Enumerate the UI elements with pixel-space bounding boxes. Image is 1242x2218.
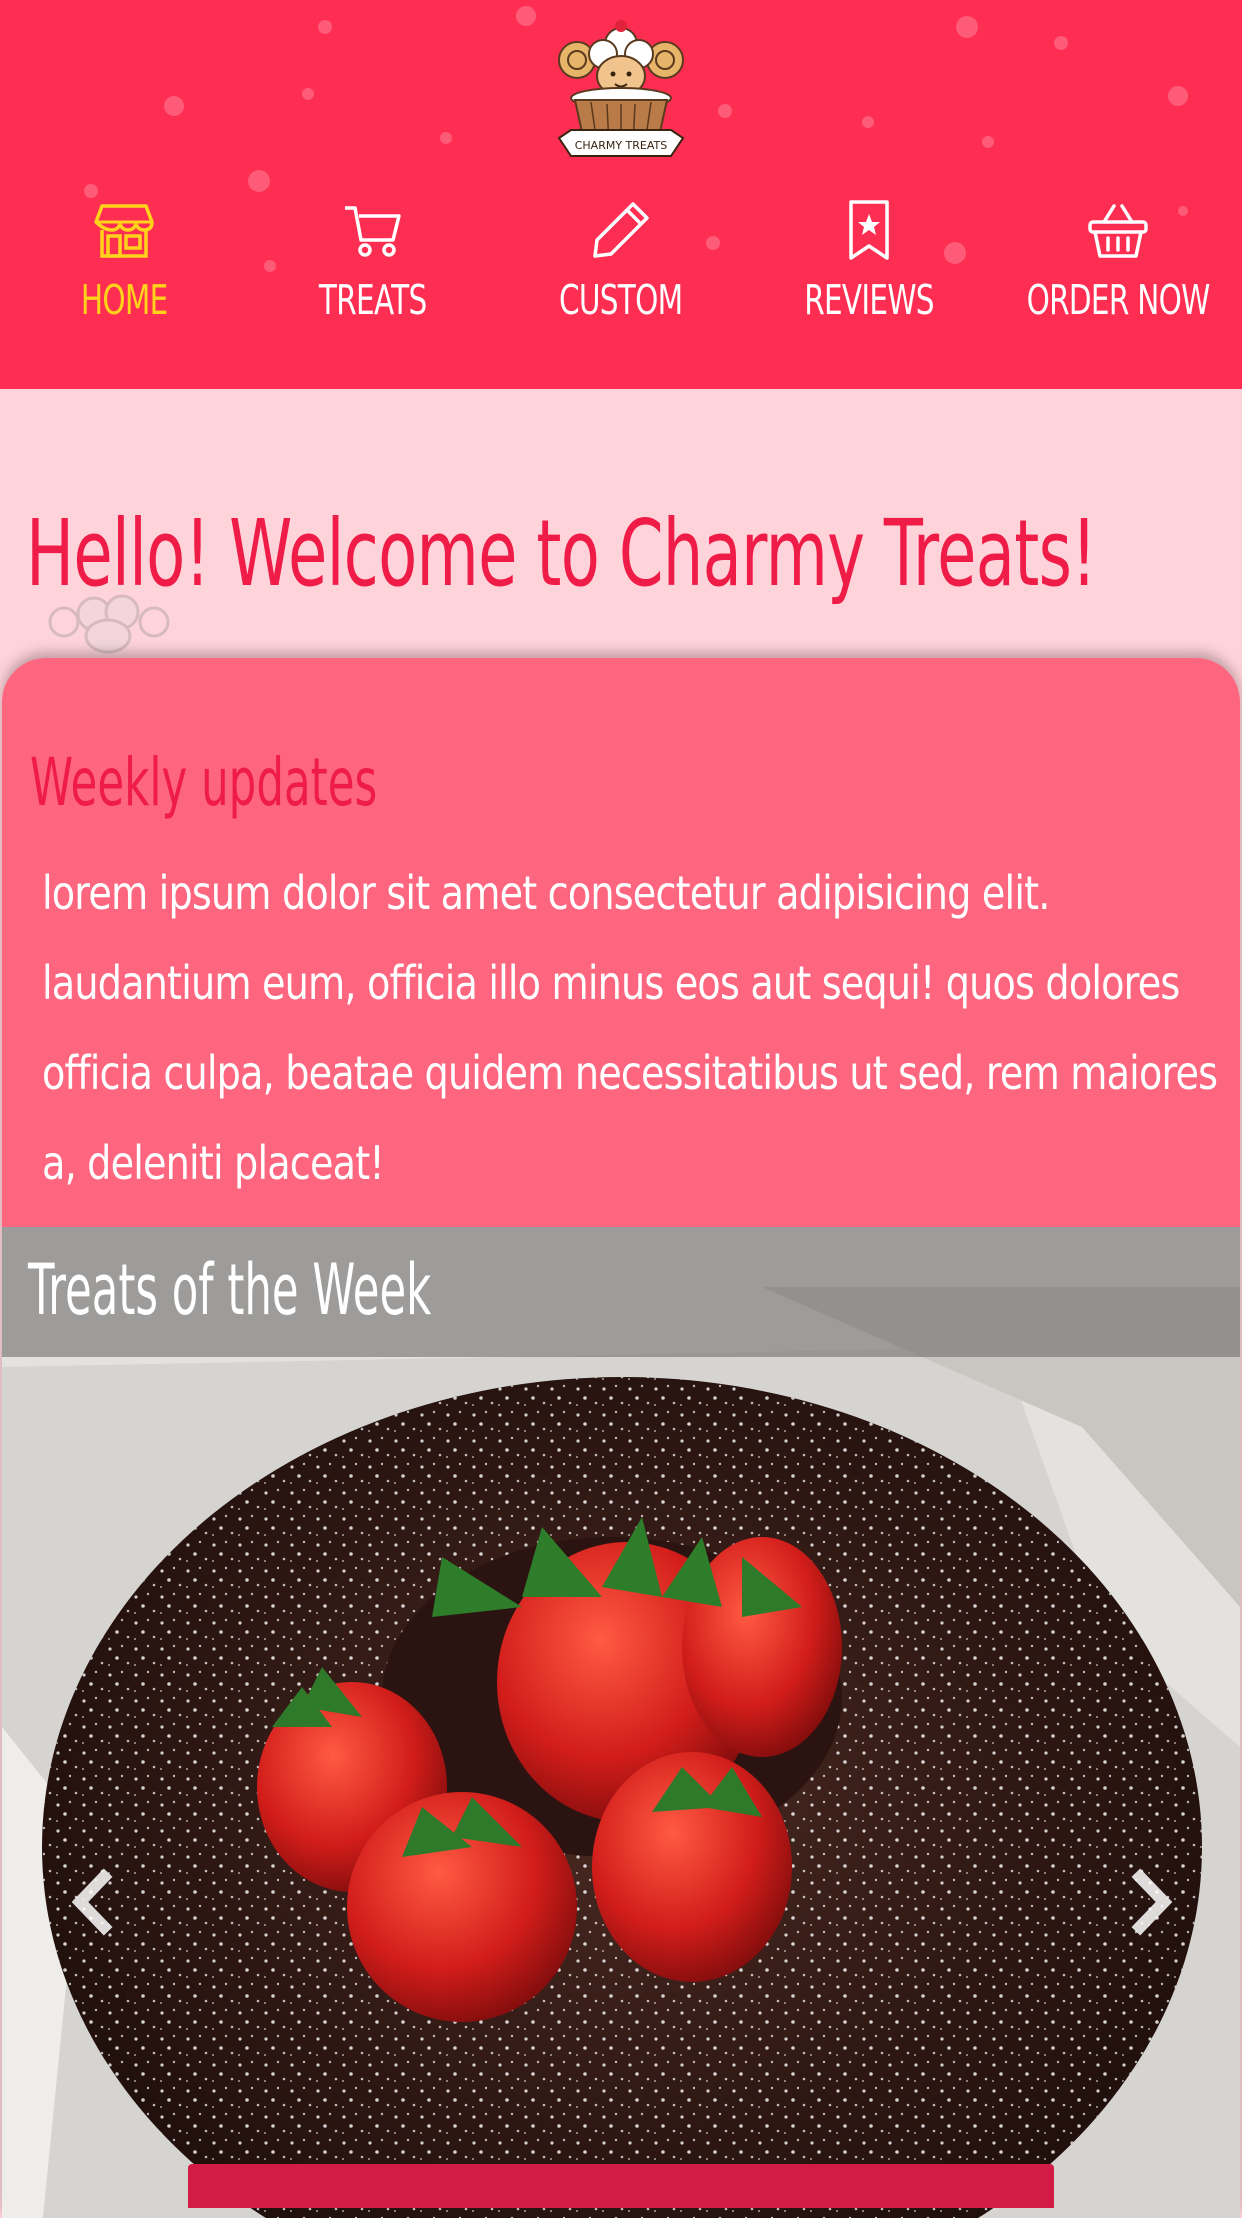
decor-dot — [862, 116, 874, 128]
decor-dot — [956, 16, 978, 38]
carousel-caption-text: Treats of the Week — [28, 1249, 432, 1331]
weekly-updates-text: Lorem ipsum dolor sit amet consectetur a… — [42, 866, 1218, 1190]
nav-label-treats: TREATS — [318, 276, 427, 324]
carousel-footer-bar — [188, 2164, 1054, 2208]
chevron-left-icon — [71, 1868, 113, 1936]
treat-photo-chocolate-bundt-cake — [2, 1227, 1240, 2218]
chevron-right-icon — [1131, 1868, 1173, 1936]
nav-label-custom: CUSTOM — [559, 276, 683, 324]
store-icon — [94, 204, 154, 258]
weekly-updates-title: Weekly updates — [30, 744, 378, 821]
decor-dot — [516, 6, 536, 26]
weekly-updates-card: Weekly updates Lorem ipsum dolor sit ame… — [2, 658, 1240, 2218]
treats-carousel[interactable]: Treats of the Week — [2, 1227, 1240, 2218]
nav-item-home[interactable]: HOME — [0, 196, 248, 356]
decor-dot — [982, 136, 994, 148]
svg-text:CHARMY TREATS: CHARMY TREATS — [575, 139, 668, 152]
carousel-next-button[interactable] — [1122, 1867, 1182, 1937]
decor-dot — [164, 96, 184, 116]
bookmark-star-icon — [849, 200, 890, 260]
decor-dot — [718, 104, 732, 118]
pencil-icon — [593, 202, 649, 258]
decor-dot — [248, 170, 270, 192]
decor-dot — [440, 132, 452, 144]
nav-item-order-now[interactable]: ORDER NOW — [994, 196, 1242, 356]
cart-icon — [344, 206, 401, 257]
basket-icon — [1088, 204, 1148, 258]
nav-label-reviews: REVIEWS — [804, 276, 935, 324]
carousel-prev-button[interactable] — [62, 1867, 122, 1937]
decor-dot — [1054, 36, 1068, 50]
decor-dot — [1168, 86, 1188, 106]
charmy-treats-logo[interactable]: CHARMY TREATS — [551, 18, 691, 166]
carousel-caption: Treats of the Week — [2, 1227, 1240, 1357]
nav-label-home: HOME — [80, 276, 168, 324]
page-title: Hello! Welcome to Charmy Treats! — [26, 500, 1097, 607]
decor-dot — [302, 88, 314, 100]
main-nav: HOME TREATS CUSTOM REVIEWS ORDER NOW — [0, 196, 1242, 356]
nav-item-treats[interactable]: TREATS — [248, 196, 496, 356]
decor-dot — [318, 20, 332, 34]
site-header: CHARMY TREATS HOME TREATS CUSTOM REVIEWS… — [0, 0, 1242, 389]
nav-item-custom[interactable]: CUSTOM — [497, 196, 745, 356]
nav-label-order-now: ORDER NOW — [1026, 276, 1210, 324]
nav-item-reviews[interactable]: REVIEWS — [745, 196, 993, 356]
